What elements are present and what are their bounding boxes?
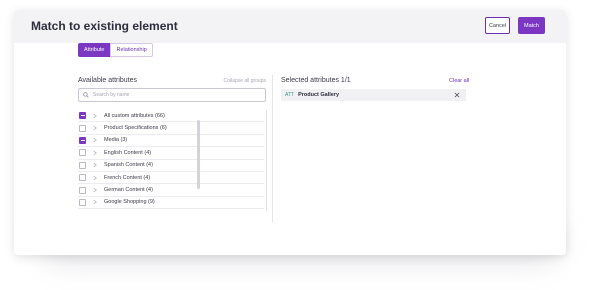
tree-row-label: English Content (4) [104, 149, 152, 156]
attribute-tree: All custom attributes (66) Product Speci… [78, 110, 267, 211]
chevron-right-icon[interactable] [92, 187, 98, 193]
selected-attribute-item: ATT Product Gallery [281, 89, 466, 101]
checkbox[interactable] [79, 136, 86, 144]
selected-attributes-title: Selected attributes 1/1 [281, 77, 351, 84]
checkbox[interactable] [79, 161, 86, 169]
tree-row-label: French Content (4) [104, 174, 151, 181]
match-button[interactable]: Match [518, 17, 545, 34]
tab-group: Attribute Relationship [78, 43, 153, 57]
tree-row-english-content[interactable]: English Content (4) [78, 147, 264, 160]
tab-relationship[interactable]: Relationship [110, 43, 153, 57]
chevron-right-icon[interactable] [92, 137, 98, 143]
available-attributes-title: Available attributes [78, 77, 138, 84]
modal-header: Match to existing element Cancel Match [14, 10, 566, 43]
clear-all-link[interactable]: Clear all [449, 78, 469, 84]
chevron-right-icon[interactable] [92, 162, 98, 168]
tree-row-label: German Content (4) [104, 187, 153, 194]
selected-attribute-label: Product Gallery [298, 92, 340, 98]
tree-row-all-custom-attributes[interactable]: All custom attributes (66) [78, 110, 264, 123]
checkbox[interactable] [79, 186, 86, 194]
tree-row-product-specifications[interactable]: Product Specifications (6) [78, 122, 264, 135]
search-box[interactable] [78, 88, 266, 102]
tree-row-spanish-content[interactable]: Spanish Content (4) [78, 160, 264, 172]
collapse-all-groups-link[interactable]: Collapse all groups [223, 78, 266, 84]
checkbox[interactable] [79, 149, 86, 157]
panel-divider [272, 75, 273, 222]
chevron-right-icon[interactable] [92, 175, 98, 181]
tree-row-media[interactable]: Media (3) [78, 135, 264, 148]
attribute-type-badge: ATT [285, 92, 295, 98]
checkbox[interactable] [79, 198, 86, 206]
tree-row-label: Media (3) [104, 137, 128, 144]
checkbox[interactable] [79, 174, 86, 182]
modal-title: Match to existing element [31, 19, 178, 33]
chevron-right-icon[interactable] [92, 150, 98, 156]
tree-row-label: All custom attributes (66) [104, 112, 165, 119]
close-icon[interactable] [454, 92, 460, 98]
tree-row-french-content[interactable]: French Content (4) [78, 172, 264, 185]
tree-row-label: Google Shopping (9) [104, 199, 155, 206]
chevron-right-icon[interactable] [92, 199, 98, 205]
search-input[interactable] [89, 92, 253, 98]
tree-row-google-shopping[interactable]: Google Shopping (9) [78, 197, 264, 210]
checkbox[interactable] [79, 124, 86, 132]
chevron-right-icon[interactable] [92, 113, 98, 119]
checkbox[interactable] [79, 112, 86, 120]
chevron-right-icon[interactable] [92, 125, 98, 131]
tree-row-german-content[interactable]: German Content (4) [78, 184, 264, 197]
cancel-button[interactable]: Cancel [485, 17, 510, 34]
tree-scrollbar[interactable] [197, 120, 200, 189]
tree-row-label: Product Specifications (6) [104, 125, 167, 132]
tree-row-label: Spanish Content (4) [104, 162, 153, 169]
tab-attribute[interactable]: Attribute [78, 43, 111, 57]
